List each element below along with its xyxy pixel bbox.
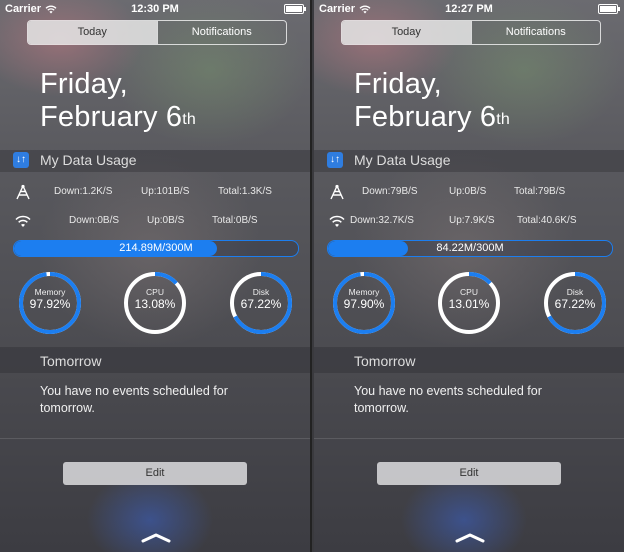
battery-icon <box>284 4 306 14</box>
progress-text: 214.89M/300M <box>119 242 193 254</box>
edit-button[interactable]: Edit <box>63 462 247 485</box>
no-events-text: You have no events scheduled for tomorro… <box>40 384 228 415</box>
cellular-up: Up:0B/S <box>449 186 487 197</box>
no-events-text: You have no events scheduled for tomorro… <box>354 384 542 415</box>
tab-today[interactable]: Today <box>342 21 471 44</box>
data-usage-progress-bar: 84.22M/300M <box>327 240 613 257</box>
disk-value: 67.22% <box>554 297 596 311</box>
date-month-day: February 6 <box>40 101 183 133</box>
cpu-label: CPU <box>460 287 478 297</box>
cellular-antenna-icon <box>16 184 30 200</box>
date-month-day: February 6 <box>354 101 497 133</box>
cellular-down: Down:1.2K/S <box>54 186 113 197</box>
date-header: Friday, February 6th <box>40 68 196 134</box>
date-suffix: th <box>496 111 510 128</box>
wifi-down: Down:32.7K/S <box>350 215 414 226</box>
cpu-value: 13.01% <box>448 297 490 311</box>
wifi-icon <box>15 215 31 227</box>
date-weekday: Friday, <box>40 68 128 100</box>
tomorrow-title: Tomorrow <box>40 353 102 369</box>
section-separator <box>314 438 624 439</box>
cellular-stats-row: Down:1.2K/S Up:101B/S Total:1.3K/S <box>0 184 310 200</box>
cellular-down: Down:79B/S <box>362 186 418 197</box>
cpu-value: 13.08% <box>134 297 176 311</box>
data-usage-app-icon[interactable]: ↓↑ <box>327 152 343 168</box>
battery-icon <box>598 4 620 14</box>
wifi-up: Up:0B/S <box>147 215 185 226</box>
data-usage-progress-bar: 214.89M/300M <box>13 240 299 257</box>
wifi-down: Down:0B/S <box>69 215 120 226</box>
chevron-handle-icon[interactable] <box>141 533 171 543</box>
disk-value: 67.22% <box>240 297 282 311</box>
section-separator <box>0 438 310 439</box>
today-notifications-segmented-control: Today Notifications <box>27 20 287 45</box>
tab-today[interactable]: Today <box>28 21 157 44</box>
date-suffix: th <box>182 111 196 128</box>
date-header: Friday, February 6th <box>354 68 510 134</box>
chevron-handle-icon[interactable] <box>455 533 485 543</box>
date-day: February 6th <box>40 101 196 134</box>
screen-left: Carrier 12:30 PM Today Notifications Fri… <box>0 0 310 552</box>
wifi-icon <box>329 215 345 227</box>
cellular-stats-row: Down:79B/S Up:0B/S Total:79B/S <box>314 184 624 200</box>
disk-label: Disk <box>566 287 584 297</box>
disk-gauge: Disk 67.22% <box>542 270 608 336</box>
cpu-gauge: CPU 13.01% <box>436 270 502 336</box>
widget-title[interactable]: My Data Usage <box>354 152 450 168</box>
today-notifications-segmented-control: Today Notifications <box>341 20 601 45</box>
cellular-up: Up:101B/S <box>141 186 190 197</box>
wifi-up: Up:7.9K/S <box>449 215 495 226</box>
disk-gauge: Disk 67.22% <box>228 270 294 336</box>
tomorrow-title: Tomorrow <box>354 353 416 369</box>
memory-gauge: Memory 97.92% <box>17 270 83 336</box>
memory-gauge: Memory 97.90% <box>331 270 397 336</box>
data-usage-app-icon[interactable]: ↓↑ <box>13 152 29 168</box>
wifi-stats-row: Down:32.7K/S Up:7.9K/S Total:40.6K/S <box>314 213 624 229</box>
wifi-total: Total:40.6K/S <box>517 215 577 226</box>
screen-right: Carrier 12:27 PM Today Notifications Fri… <box>314 0 624 552</box>
date-day: February 6th <box>354 101 510 134</box>
screenshot-pair: Carrier 12:30 PM Today Notifications Fri… <box>0 0 624 552</box>
disk-label: Disk <box>252 287 270 297</box>
widget-title[interactable]: My Data Usage <box>40 152 136 168</box>
date-weekday: Friday, <box>354 68 442 100</box>
memory-label: Memory <box>34 287 66 297</box>
cpu-label: CPU <box>146 287 164 297</box>
wifi-stats-row: Down:0B/S Up:0B/S Total:0B/S <box>0 213 310 229</box>
tab-notifications[interactable]: Notifications <box>470 21 601 44</box>
status-bar: Carrier 12:27 PM <box>314 0 624 18</box>
memory-label: Memory <box>348 287 380 297</box>
cellular-total: Total:1.3K/S <box>218 186 272 197</box>
cellular-antenna-icon <box>330 184 344 200</box>
cpu-gauge: CPU 13.08% <box>122 270 188 336</box>
divider <box>310 0 312 552</box>
memory-value: 97.92% <box>29 297 71 311</box>
status-bar: Carrier 12:30 PM <box>0 0 310 18</box>
tab-notifications[interactable]: Notifications <box>156 21 287 44</box>
wifi-total: Total:0B/S <box>212 215 258 226</box>
memory-value: 97.90% <box>343 297 385 311</box>
status-time: 12:27 PM <box>445 3 493 15</box>
edit-button[interactable]: Edit <box>377 462 561 485</box>
status-time: 12:30 PM <box>131 3 179 15</box>
cellular-total: Total:79B/S <box>514 186 566 197</box>
progress-text: 84.22M/300M <box>436 242 504 254</box>
